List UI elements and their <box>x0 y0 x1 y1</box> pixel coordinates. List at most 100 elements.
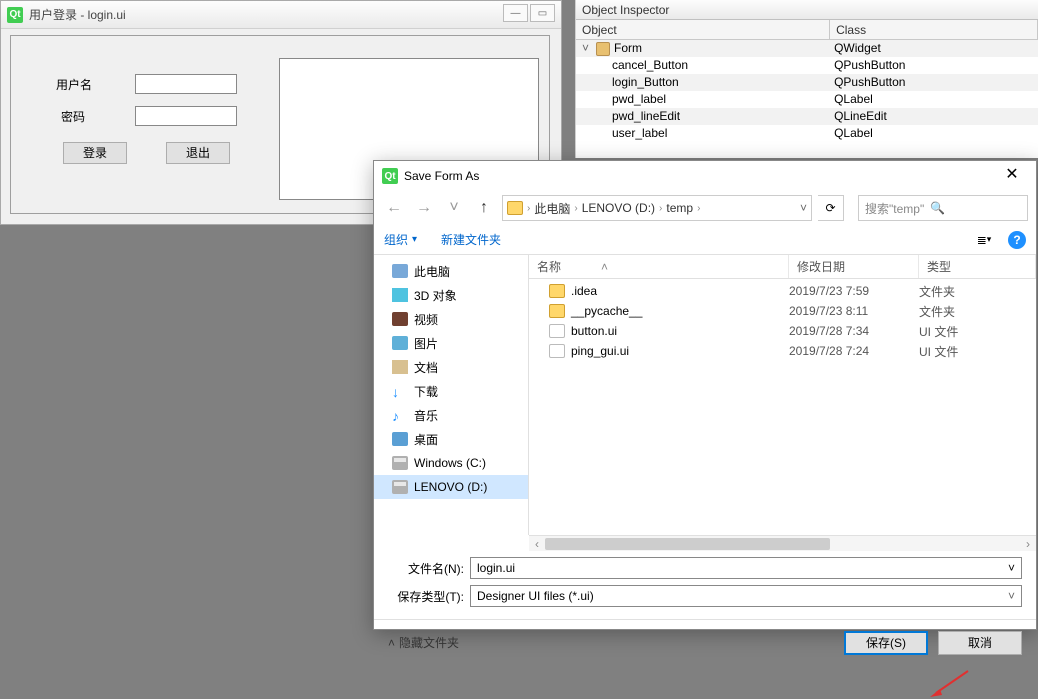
tree-item[interactable]: Windows (C:) <box>374 451 528 475</box>
organize-menu[interactable]: 组织▾ <box>384 231 417 248</box>
col-type[interactable]: 类型 <box>919 255 1036 278</box>
refresh-button[interactable]: ⟳ <box>818 195 844 221</box>
nav-back-icon[interactable]: ← <box>382 196 406 220</box>
tree-item[interactable]: 3D 对象 <box>374 283 528 307</box>
login-button[interactable]: 登录 <box>63 142 127 164</box>
file-row[interactable]: button.ui2019/7/28 7:34UI 文件 <box>529 319 1036 339</box>
col-name[interactable]: 名称 <box>537 255 561 279</box>
tree-item[interactable]: 视频 <box>374 307 528 331</box>
nav-forward-icon[interactable]: → <box>412 196 436 220</box>
qt-icon: Qt <box>7 7 23 23</box>
chevron-right-icon[interactable]: › <box>659 203 662 214</box>
file-date: 2019/7/23 7:59 <box>789 284 919 298</box>
inspector-row[interactable]: cancel_ButtonQPushButton <box>576 57 1038 74</box>
folder-type-icon <box>392 312 408 326</box>
file-name: ping_gui.ui <box>571 344 629 358</box>
help-button[interactable]: ? <box>1008 231 1026 249</box>
maximize-button[interactable]: ▭ <box>530 4 555 22</box>
inspector-header[interactable]: Object Class <box>576 20 1038 40</box>
folder-type-icon: ♪ <box>392 408 408 422</box>
qt-icon: Qt <box>382 168 398 184</box>
file-date: 2019/7/28 7:34 <box>789 324 919 338</box>
view-mode-button[interactable]: ≣ ▾ <box>970 229 998 251</box>
scroll-left-icon: ‹ <box>529 537 545 551</box>
chevron-down-icon: ▾ <box>412 234 417 245</box>
chevron-right-icon[interactable]: › <box>527 203 530 214</box>
folder-tree[interactable]: 此电脑3D 对象视频图片文档↓下载♪音乐桌面Windows (C:)LENOVO… <box>374 255 529 535</box>
chevron-down-icon: ˅ <box>1008 561 1015 575</box>
file-type: 文件夹 <box>919 283 1036 300</box>
close-button[interactable]: ✕ <box>992 163 1032 187</box>
inspector-col-class[interactable]: Class <box>830 20 1038 39</box>
file-list-header[interactable]: 名称˄ 修改日期 类型 <box>529 255 1036 279</box>
dialog-toolbar: 组织▾ 新建文件夹 ≣ ▾ ? <box>374 225 1036 255</box>
object-name: Form <box>614 40 642 57</box>
breadcrumb-seg[interactable]: 此电脑 <box>534 200 570 217</box>
pwd-lineedit[interactable] <box>135 106 237 126</box>
nav-dropdown-icon[interactable]: ˅ <box>442 196 466 220</box>
inspector-title: Object Inspector <box>576 0 1038 20</box>
file-row[interactable]: .idea 2019/7/23 7:59文件夹 <box>529 279 1036 299</box>
tree-item[interactable]: 图片 <box>374 331 528 355</box>
file-date: 2019/7/28 7:24 <box>789 344 919 358</box>
user-lineedit[interactable] <box>135 74 237 94</box>
chevron-down-icon[interactable]: ˅ <box>800 201 807 215</box>
new-folder-button[interactable]: 新建文件夹 <box>441 231 501 248</box>
user-label[interactable]: 用户名 <box>56 76 92 93</box>
minimize-button[interactable]: — <box>503 4 528 22</box>
filetype-label: 保存类型(T): <box>388 588 464 605</box>
inspector-row[interactable]: pwd_lineEditQLineEdit <box>576 108 1038 125</box>
tree-item[interactable]: ↓下载 <box>374 379 528 403</box>
file-list[interactable]: 名称˄ 修改日期 类型 .idea 2019/7/23 7:59文件夹__pyca… <box>529 255 1036 535</box>
col-date[interactable]: 修改日期 <box>789 255 919 278</box>
file-type: 文件夹 <box>919 303 1036 320</box>
tree-item[interactable]: 桌面 <box>374 427 528 451</box>
folder-icon <box>549 284 565 298</box>
exit-button[interactable]: 退出 <box>166 142 230 164</box>
breadcrumb-seg[interactable]: LENOVO (D:) <box>582 201 655 215</box>
inspector-row[interactable]: login_Button QPushButton <box>576 74 1038 91</box>
file-row[interactable]: __pycache__2019/7/23 8:11文件夹 <box>529 299 1036 319</box>
breadcrumb-seg[interactable]: temp <box>666 201 693 215</box>
save-button[interactable]: 保存(S) <box>844 631 928 655</box>
horizontal-scrollbar[interactable]: ‹› <box>529 535 1036 551</box>
object-class: QLabel <box>830 125 1038 142</box>
tree-item[interactable]: ♪音乐 <box>374 403 528 427</box>
folder-type-icon <box>392 456 408 470</box>
file-name: .idea <box>571 284 597 298</box>
nav-up-icon[interactable]: ↑ <box>472 196 496 220</box>
folder-type-icon <box>392 480 408 494</box>
chevron-right-icon[interactable]: › <box>697 203 700 214</box>
inspector-row[interactable]: ˅FormQWidget <box>576 40 1038 57</box>
inspector-row[interactable]: pwd_labelQLabel <box>576 91 1038 108</box>
chevron-up-icon: ˄ <box>388 636 395 650</box>
file-row[interactable]: ping_gui.ui2019/7/28 7:24UI 文件 <box>529 339 1036 359</box>
filetype-select[interactable]: Designer UI files (*.ui)˅ <box>470 585 1022 607</box>
login-window-titlebar[interactable]: Qt 用户登录 - login.ui — ▭ <box>1 1 561 29</box>
filename-input[interactable]: login.ui˅ <box>470 557 1022 579</box>
dialog-title-text: Save Form As <box>404 169 479 183</box>
scroll-right-icon: › <box>1020 537 1036 551</box>
inspector-col-object[interactable]: Object <box>576 20 830 39</box>
search-input[interactable]: 搜索"temp" 🔍 <box>858 195 1028 221</box>
pwd-label[interactable]: 密码 <box>61 108 85 125</box>
cancel-button[interactable]: 取消 <box>938 631 1022 655</box>
folder-icon <box>507 201 523 215</box>
chevron-down-icon: ˅ <box>1008 589 1015 603</box>
search-placeholder: 搜索"temp" <box>865 200 924 217</box>
dialog-titlebar[interactable]: Qt Save Form As ✕ <box>374 161 1036 191</box>
object-name: login_Button <box>612 74 679 91</box>
object-class: QPushButton <box>830 74 1038 91</box>
login-window-title: 用户登录 - login.ui <box>29 6 126 23</box>
folder-icon <box>549 304 565 318</box>
chevron-right-icon[interactable]: › <box>574 203 577 214</box>
object-class: QWidget <box>830 40 1038 57</box>
breadcrumb-bar[interactable]: › 此电脑 › LENOVO (D:) › temp › ˅ <box>502 195 812 221</box>
inspector-row[interactable]: user_labelQLabel <box>576 125 1038 142</box>
tree-item[interactable]: LENOVO (D:) <box>374 475 528 499</box>
tree-item[interactable]: 此电脑 <box>374 259 528 283</box>
hide-folders-toggle[interactable]: ˄隐藏文件夹 <box>388 634 459 651</box>
folder-type-icon <box>392 360 408 374</box>
tree-item[interactable]: 文档 <box>374 355 528 379</box>
file-icon <box>549 324 565 338</box>
